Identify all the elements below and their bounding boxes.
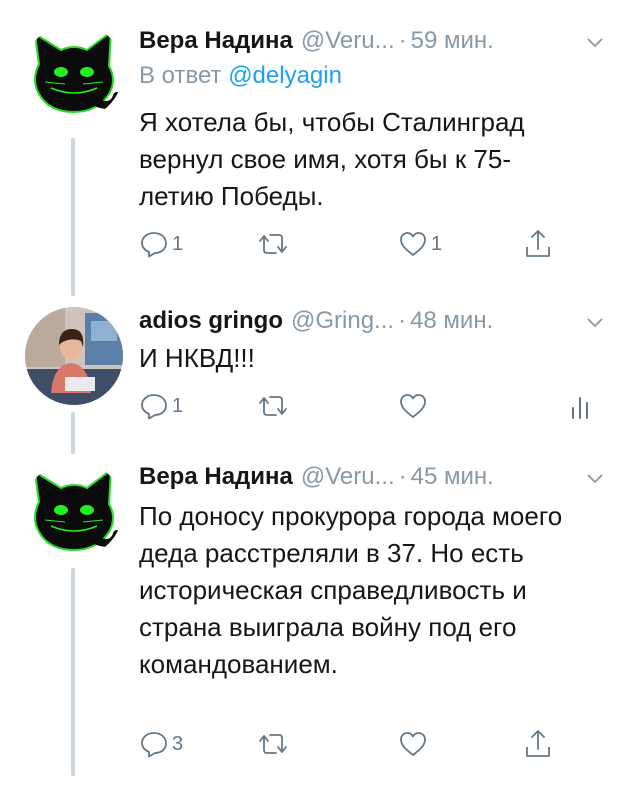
reply-icon bbox=[141, 232, 167, 258]
chevron-down-icon[interactable] bbox=[585, 312, 605, 332]
share-icon bbox=[526, 730, 550, 757]
author-name[interactable]: Вера Надина bbox=[139, 460, 293, 494]
tweet-header: adios gringo @Gring... · 48 мин. bbox=[139, 304, 607, 338]
tweet-actions: 1 bbox=[139, 390, 588, 422]
avatar[interactable] bbox=[25, 22, 123, 120]
tweet-header: Вера Надина @Veru... · 45 мин. bbox=[139, 460, 607, 494]
tweet-text: И НКВД!!! bbox=[139, 343, 255, 373]
retweet-button[interactable] bbox=[256, 728, 293, 760]
like-count: 1 bbox=[431, 232, 443, 255]
like-button[interactable] bbox=[398, 390, 431, 422]
retweet-button[interactable] bbox=[256, 228, 293, 260]
avatar[interactable] bbox=[25, 307, 123, 405]
retweet-icon bbox=[259, 396, 287, 416]
reply-button[interactable]: 1 bbox=[139, 390, 183, 422]
heart-icon bbox=[400, 394, 426, 418]
share-icon bbox=[526, 230, 550, 257]
reply-button[interactable]: 1 bbox=[139, 228, 183, 260]
tweet[interactable]: Вера Надина @Veru... · 59 мин. В ответ @… bbox=[0, 0, 633, 300]
reply-icon bbox=[141, 394, 167, 420]
reply-button[interactable]: 3 bbox=[139, 728, 183, 760]
analytics-icon bbox=[572, 397, 588, 419]
author-handle[interactable]: @Gring... bbox=[291, 304, 394, 338]
share-button[interactable] bbox=[523, 728, 553, 760]
tweet[interactable]: Вера Надина @Veru... · 45 мин. По доносу… bbox=[0, 450, 633, 788]
tweet-header: Вера Надина @Veru... · 59 мин. bbox=[139, 24, 607, 58]
share-button[interactable] bbox=[523, 228, 553, 260]
tweet-text: По доносу прокурора города моего деда ра… bbox=[139, 501, 563, 679]
author-handle[interactable]: @Veru... bbox=[301, 24, 395, 58]
timestamp[interactable]: 45 мин. bbox=[411, 460, 494, 494]
reply-count: 3 bbox=[172, 732, 184, 755]
avatar[interactable] bbox=[25, 460, 123, 558]
reply-prefix: В ответ bbox=[139, 62, 222, 89]
separator-dot: · bbox=[398, 307, 407, 334]
chevron-down-icon[interactable] bbox=[585, 32, 605, 52]
retweet-button[interactable] bbox=[256, 390, 293, 422]
reply-context: В ответ @delyagin bbox=[139, 62, 342, 90]
author-handle[interactable]: @Veru... bbox=[301, 460, 395, 494]
heart-icon bbox=[400, 732, 426, 756]
heart-icon bbox=[400, 232, 426, 256]
reply-count: 1 bbox=[172, 394, 184, 417]
cat-avatar-icon bbox=[33, 467, 121, 552]
retweet-icon bbox=[259, 234, 287, 254]
tweet-text: Я хотела бы, чтобы Сталинград вернул сво… bbox=[139, 107, 525, 211]
chevron-down-icon[interactable] bbox=[585, 468, 605, 488]
tweet[interactable]: adios gringo @Gring... · 48 мин. И НКВД!… bbox=[0, 300, 633, 450]
timestamp[interactable]: 59 мин. bbox=[411, 24, 494, 58]
reply-mention-link[interactable]: @delyagin bbox=[228, 62, 342, 89]
like-button[interactable]: 1 bbox=[398, 228, 442, 260]
tweet-actions: 1 1 bbox=[139, 228, 569, 260]
retweet-icon bbox=[259, 734, 287, 754]
like-button[interactable] bbox=[398, 728, 431, 760]
separator-dot: · bbox=[398, 27, 407, 54]
author-name[interactable]: adios gringo bbox=[139, 304, 283, 338]
reply-icon bbox=[141, 732, 167, 758]
separator-dot: · bbox=[398, 463, 407, 490]
analytics-button[interactable] bbox=[570, 390, 590, 422]
timestamp[interactable]: 48 мин. bbox=[410, 304, 493, 338]
tweet-actions: 3 bbox=[139, 728, 569, 760]
cat-avatar-icon bbox=[33, 29, 121, 114]
reply-count: 1 bbox=[172, 232, 184, 255]
user-photo-icon bbox=[25, 307, 123, 405]
author-name[interactable]: Вера Надина bbox=[139, 24, 293, 58]
